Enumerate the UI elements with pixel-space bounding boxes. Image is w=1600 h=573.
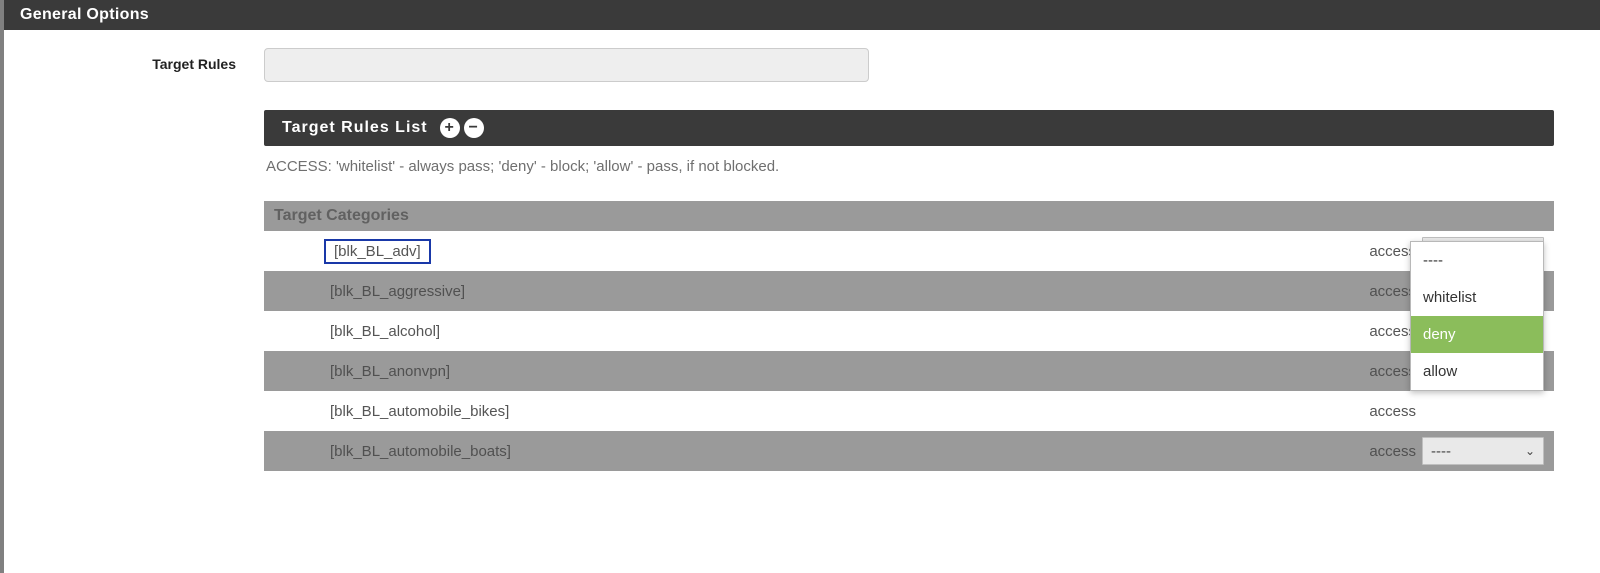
table-row: [blk_BL_aggressive] access — [264, 271, 1554, 311]
minus-icon: − — [468, 120, 478, 136]
access-select-value: ---- — [1431, 443, 1451, 460]
category-name[interactable]: [blk_BL_alcohol] — [324, 322, 446, 341]
target-rules-input[interactable] — [264, 48, 869, 82]
category-name[interactable]: [blk_BL_anonvpn] — [324, 362, 456, 381]
rules-list-header: Target Rules List + − — [264, 110, 1554, 146]
dropdown-option-allow[interactable]: allow — [1411, 353, 1543, 390]
table-row: [blk_BL_alcohol] access — [264, 311, 1554, 351]
category-name-cell: [blk_BL_aggressive] — [274, 282, 1369, 301]
category-name[interactable]: [blk_BL_automobile_bikes] — [324, 402, 515, 421]
access-select-covered — [1422, 397, 1544, 425]
category-name-cell: [blk_BL_alcohol] — [274, 322, 1369, 341]
access-hint: ACCESS: 'whitelist' - always pass; 'deny… — [264, 146, 1554, 201]
category-name-cell: [blk_BL_anonvpn] — [274, 362, 1369, 381]
section-header: General Options — [4, 0, 1600, 30]
form-area: Target Rules Target Rules List + − ACCES… — [4, 30, 1600, 471]
plus-icon: + — [444, 120, 454, 136]
categories-table: Target Categories [blk_BL_adv] access de… — [264, 201, 1554, 471]
table-row: [blk_BL_adv] access deny ⌄ — [264, 231, 1554, 271]
category-name[interactable]: [blk_BL_aggressive] — [324, 282, 471, 301]
add-rule-button[interactable]: + — [440, 118, 460, 138]
category-name-cell: [blk_BL_automobile_bikes] — [274, 402, 1369, 421]
category-name[interactable]: [blk_BL_adv] — [324, 239, 431, 264]
table-row: [blk_BL_anonvpn] access — [264, 351, 1554, 391]
table-row: [blk_BL_automobile_boats] access ---- ⌄ — [264, 431, 1554, 471]
rules-list-block: Target Rules List + − ACCESS: 'whitelist… — [264, 110, 1554, 471]
categories-header: Target Categories — [264, 201, 1554, 231]
section-title: General Options — [20, 6, 149, 23]
rules-list-title: Target Rules List — [282, 119, 428, 137]
category-name[interactable]: [blk_BL_automobile_boats] — [324, 442, 517, 461]
target-rules-label: Target Rules — [34, 48, 264, 72]
chevron-down-icon: ⌄ — [1525, 444, 1535, 458]
target-rules-control — [264, 48, 1554, 82]
dropdown-option-deny[interactable]: deny — [1411, 316, 1543, 353]
remove-rule-button[interactable]: − — [464, 118, 484, 138]
category-name-cell: [blk_BL_adv] — [274, 239, 1369, 264]
rules-list-row: Target Rules List + − ACCESS: 'whitelist… — [34, 110, 1570, 471]
dropdown-option-whitelist[interactable]: whitelist — [1411, 279, 1543, 316]
rules-list-spacer — [34, 110, 264, 118]
access-label: access — [1369, 403, 1422, 420]
dropdown-option-none[interactable]: ---- — [1411, 242, 1543, 279]
access-dropdown[interactable]: ---- whitelist deny allow — [1410, 241, 1544, 391]
category-name-cell: [blk_BL_automobile_boats] — [274, 442, 1369, 461]
table-row: [blk_BL_automobile_bikes] access — [264, 391, 1554, 431]
target-rules-row: Target Rules — [34, 48, 1570, 82]
access-label: access — [1369, 443, 1422, 460]
access-select[interactable]: ---- ⌄ — [1422, 437, 1544, 465]
